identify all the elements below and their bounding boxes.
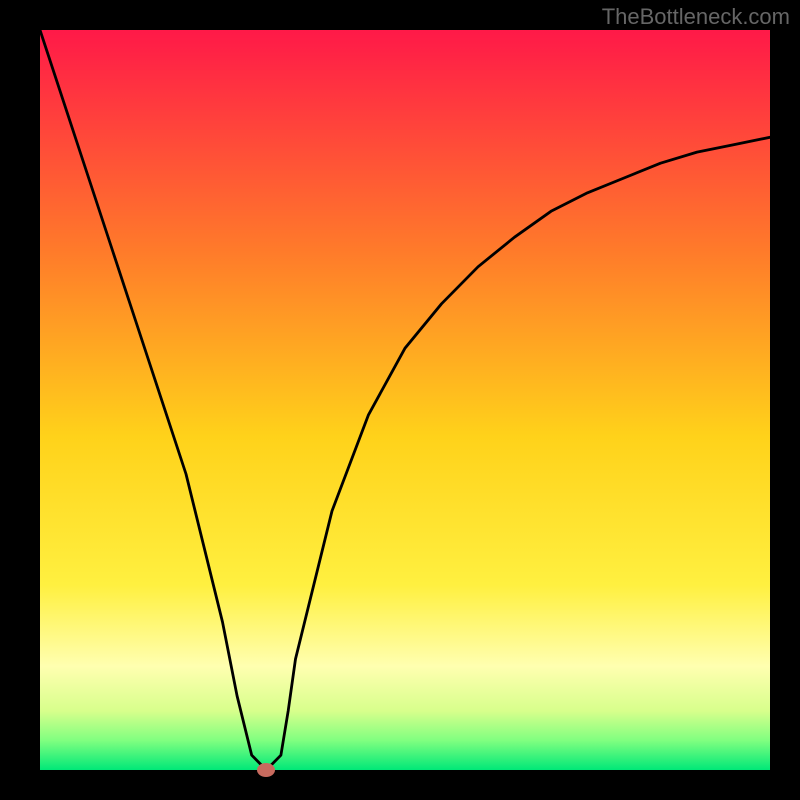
plot-area <box>40 30 770 770</box>
minimum-marker <box>257 763 275 777</box>
bottleneck-curve <box>40 30 770 770</box>
watermark-text: TheBottleneck.com <box>602 4 790 30</box>
